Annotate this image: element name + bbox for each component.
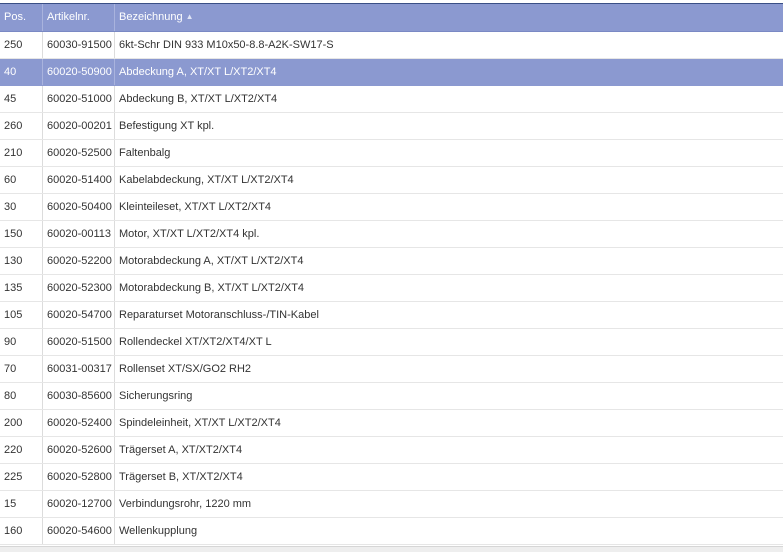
table-row[interactable]: 90 60020-51500 Rollendeckel XT/XT2/XT4/XT … <box>0 329 783 356</box>
table-row[interactable]: 40 60020-50900 Abdeckung A, XT/XT L/XT2/XT… <box>0 59 783 86</box>
cell-pos: 160 <box>0 518 43 544</box>
cell-pos: 260 <box>0 113 43 139</box>
cell-pos: 220 <box>0 437 43 463</box>
cell-artikelnr: 60030-91500 <box>43 32 115 58</box>
sort-ascending-icon: ▲ <box>185 12 194 21</box>
cell-bezeichnung: Kabelabdeckung, XT/XT L/XT2/XT4 <box>119 174 294 186</box>
cell-artikelnr: 60020-51500 <box>43 329 115 355</box>
cell-bezeichnung: Abdeckung A, XT/XT L/XT2/XT4 <box>119 66 277 78</box>
cell-artikelnr: 60031-00317 <box>43 356 115 382</box>
cell-artikelnr: 60030-85600 <box>43 383 115 409</box>
table-footer <box>0 546 783 552</box>
cell-pos: 90 <box>0 329 43 355</box>
table-row[interactable]: 150 60020-00113 Motor, XT/XT L/XT2/XT4 kpl… <box>0 221 783 248</box>
cell-bezeichnung: Sicherungsring <box>119 390 193 402</box>
cell-pos: 60 <box>0 167 43 193</box>
table-row[interactable]: 15 60020-12700 Verbindungsrohr, 1220 mm <box>0 491 783 518</box>
table-row[interactable]: 260 60020-00201 Befestigung XT kpl. <box>0 113 783 140</box>
table-row[interactable]: 210 60020-52500 Faltenbalg <box>0 140 783 167</box>
cell-artikelnr: 60020-51000 <box>43 86 115 112</box>
cell-pos: 70 <box>0 356 43 382</box>
cell-pos: 40 <box>0 59 43 85</box>
cell-bezeichnung: Wellenkupplung <box>119 525 198 537</box>
cell-bezeichnung: Trägerset B, XT/XT2/XT4 <box>119 471 243 483</box>
cell-bezeichnung: Kleinteileset, XT/XT L/XT2/XT4 <box>119 201 272 213</box>
table-row[interactable]: 160 60020-54600 Wellenkupplung <box>0 518 783 545</box>
cell-pos: 45 <box>0 86 43 112</box>
cell-artikelnr: 60020-50400 <box>43 194 115 220</box>
cell-artikelnr: 60020-12700 <box>43 491 115 517</box>
table-row[interactable]: 30 60020-50400 Kleinteileset, XT/XT L/XT2/… <box>0 194 783 221</box>
cell-pos: 15 <box>0 491 43 517</box>
table-row[interactable]: 60 60020-51400 Kabelabdeckung, XT/XT L/XT2… <box>0 167 783 194</box>
cell-artikelnr: 60020-00201 <box>43 113 115 139</box>
table-row[interactable]: 220 60020-52600 Trägerset A, XT/XT2/XT4 <box>0 437 783 464</box>
table-row[interactable]: 45 60020-51000 Abdeckung B, XT/XT L/XT2/XT… <box>0 86 783 113</box>
cell-artikelnr: 60020-52300 <box>43 275 115 301</box>
cell-bezeichnung: Faltenbalg <box>119 147 171 159</box>
table-row[interactable]: 130 60020-52200 Motorabdeckung A, XT/XT L/… <box>0 248 783 275</box>
column-header-artikelnr-label: Artikelnr. <box>47 11 90 23</box>
cell-bezeichnung: Befestigung XT kpl. <box>119 120 215 132</box>
table-row[interactable]: 200 60020-52400 Spindeleinheit, XT/XT L/XT… <box>0 410 783 437</box>
cell-pos: 150 <box>0 221 43 247</box>
cell-artikelnr: 60020-50900 <box>43 59 115 85</box>
column-header-pos[interactable]: Pos. <box>0 4 43 31</box>
column-header-bezeichnung[interactable]: Bezeichnung ▲ <box>115 4 783 31</box>
parts-table: Pos. Artikelnr. Bezeichnung ▲ 250 60030-91… <box>0 3 783 545</box>
cell-artikelnr: 60020-54600 <box>43 518 115 544</box>
table-row[interactable]: 250 60030-91500 6kt-Schr DIN 933 M10x50-8.… <box>0 32 783 59</box>
cell-pos: 225 <box>0 464 43 490</box>
cell-bezeichnung: Reparaturset Motoranschluss-/TIN-Kabel <box>119 309 319 321</box>
cell-pos: 250 <box>0 32 43 58</box>
cell-artikelnr: 60020-52200 <box>43 248 115 274</box>
cell-artikelnr: 60020-54700 <box>43 302 115 328</box>
cell-artikelnr: 60020-52400 <box>43 410 115 436</box>
cell-artikelnr: 60020-52800 <box>43 464 115 490</box>
column-header-bezeichnung-label: Bezeichnung <box>119 11 183 23</box>
cell-bezeichnung: Spindeleinheit, XT/XT L/XT2/XT4 <box>119 417 281 429</box>
cell-pos: 210 <box>0 140 43 166</box>
cell-bezeichnung: Motorabdeckung B, XT/XT L/XT2/XT4 <box>119 282 305 294</box>
cell-bezeichnung: Trägerset A, XT/XT2/XT4 <box>119 444 243 456</box>
cell-pos: 80 <box>0 383 43 409</box>
cell-artikelnr: 60020-00113 <box>43 221 115 247</box>
cell-pos: 200 <box>0 410 43 436</box>
table-row[interactable]: 225 60020-52800 Trägerset B, XT/XT2/XT4 <box>0 464 783 491</box>
cell-bezeichnung: Abdeckung B, XT/XT L/XT2/XT4 <box>119 93 278 105</box>
table-row[interactable]: 70 60031-00317 Rollenset XT/SX/GO2 RH2 <box>0 356 783 383</box>
cell-bezeichnung: Rollenset XT/SX/GO2 RH2 <box>119 363 252 375</box>
table-row[interactable]: 80 60030-85600 Sicherungsring <box>0 383 783 410</box>
column-header-artikelnr[interactable]: Artikelnr. <box>43 4 115 31</box>
cell-artikelnr: 60020-52600 <box>43 437 115 463</box>
table-body: 250 60030-91500 6kt-Schr DIN 933 M10x50-8.… <box>0 32 783 545</box>
cell-bezeichnung: Motorabdeckung A, XT/XT L/XT2/XT4 <box>119 255 304 267</box>
column-header-pos-label: Pos. <box>4 11 27 23</box>
cell-pos: 30 <box>0 194 43 220</box>
cell-pos: 105 <box>0 302 43 328</box>
table-row[interactable]: 105 60020-54700 Reparaturset Motoranschlus… <box>0 302 783 329</box>
cell-pos: 135 <box>0 275 43 301</box>
cell-artikelnr: 60020-52500 <box>43 140 115 166</box>
table-header: Pos. Artikelnr. Bezeichnung ▲ <box>0 4 783 32</box>
cell-bezeichnung: Motor, XT/XT L/XT2/XT4 kpl. <box>119 228 260 240</box>
cell-artikelnr: 60020-51400 <box>43 167 115 193</box>
cell-bezeichnung: Rollendeckel XT/XT2/XT4/XT L <box>119 336 272 348</box>
cell-pos: 130 <box>0 248 43 274</box>
cell-bezeichnung: 6kt-Schr DIN 933 M10x50-8.8-A2K-SW17-S <box>119 39 334 51</box>
table-row[interactable]: 135 60020-52300 Motorabdeckung B, XT/XT L/… <box>0 275 783 302</box>
cell-bezeichnung: Verbindungsrohr, 1220 mm <box>119 498 252 510</box>
